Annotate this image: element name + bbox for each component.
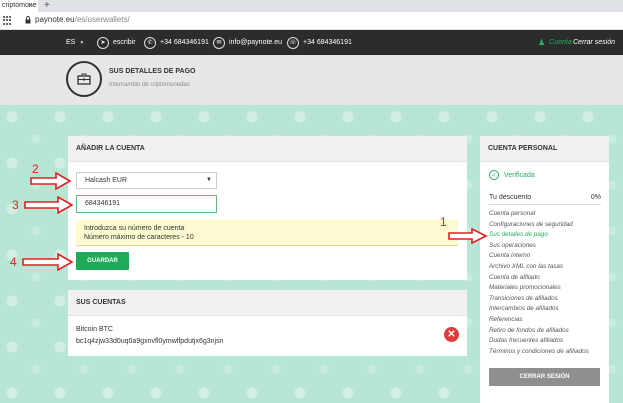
- sidebar-item-affiliate-terms[interactable]: Términos y condiciones de afiliados: [489, 347, 589, 358]
- sidebar-item-references[interactable]: Referencias: [489, 315, 589, 326]
- url-path: /es/userwallets/: [74, 15, 130, 24]
- sidebar-item-security-settings[interactable]: Configuraciones de seguridad: [489, 220, 589, 231]
- whatsapp-link[interactable]: ✆ +34 684346191: [144, 30, 209, 55]
- logout-label: Cerrar sesión: [573, 39, 616, 46]
- discount-progress-bar: [489, 204, 601, 205]
- user-icon: ♟: [538, 38, 546, 47]
- telegram-label: escribir: [113, 39, 136, 46]
- email-icon: ✉: [213, 36, 225, 49]
- discount-label: Tu descuento: [489, 194, 532, 201]
- sidebar-heading: CUENTA PERSONAL: [480, 136, 609, 162]
- account-currency-label: Bitcoin BTC: [76, 326, 113, 333]
- url-text[interactable]: paynote.eu/es/userwallets/: [35, 15, 130, 24]
- annotation-number-1: 1: [440, 215, 447, 229]
- site-top-bar: ES ▼ ➤ escribir ✆ +34 684346191 ✉ info@p…: [0, 30, 623, 55]
- account-label: Cuenta: [549, 39, 572, 46]
- chevron-down-icon: ▼: [79, 39, 85, 46]
- whatsapp-icon: ✆: [144, 36, 156, 49]
- annotation-number-4: 4: [10, 255, 17, 269]
- lock-icon: [25, 16, 31, 24]
- sidebar-item-xml-rates[interactable]: Archivo XML con las tasas: [489, 262, 589, 273]
- annotation-number-3: 3: [12, 198, 19, 212]
- account-address: bc1q4zjw33d0uq0a9gxnvfl0ymwlfpdutjx6g3nj…: [76, 338, 224, 345]
- sidebar-item-internal-account[interactable]: Cuenta interno: [489, 251, 589, 262]
- verified-label: Verificada: [504, 171, 535, 179]
- language-selector[interactable]: ES ▼: [66, 30, 84, 55]
- payment-method-select[interactable]: Halcash EUR ▼: [76, 172, 217, 189]
- account-hint: Introduzca su número de cuenta Número má…: [76, 220, 458, 246]
- check-icon: ✓: [489, 170, 499, 180]
- new-tab-button[interactable]: +: [44, 0, 50, 11]
- annotation-arrow-4: [22, 253, 74, 271]
- your-accounts-panel: SUS CUENTAS: [68, 290, 467, 356]
- discount-value: 0%: [590, 194, 601, 201]
- account-number-value: 684346191: [85, 200, 121, 207]
- sidebar-item-promo-materials[interactable]: Materiales promocionales: [489, 283, 589, 294]
- sidebar-item-operations[interactable]: Sus operaciones: [489, 241, 589, 252]
- logout-link[interactable]: Cerrar sesión: [573, 30, 615, 55]
- phone-link[interactable]: ☏ +34 684346191: [287, 30, 352, 55]
- sidebar-menu: Cuenta personal Configuraciones de segur…: [489, 209, 589, 357]
- email-text: info@paynote.eu: [229, 39, 283, 46]
- add-account-heading: AÑADIR LA CUENTA: [68, 136, 467, 162]
- phone-text: +34 684346191: [303, 39, 352, 46]
- url-host: paynote.eu: [35, 15, 75, 24]
- annotation-arrow-2: [30, 172, 72, 190]
- address-bar[interactable]: paynote.eu/es/userwallets/: [0, 12, 623, 30]
- browser-tab[interactable]: criptomone ×: [0, 0, 38, 12]
- email-link[interactable]: ✉ info@paynote.eu: [213, 30, 282, 55]
- browser-tab-bar: criptomone × +: [0, 0, 623, 12]
- page-subtitle: Intercambio de criptomonedas: [109, 82, 190, 88]
- save-button[interactable]: GUARDAR: [76, 252, 129, 270]
- sidebar-item-payment-details[interactable]: Sus detalles de pago: [489, 230, 589, 241]
- sidebar-item-affiliate-withdrawal[interactable]: Retiro de fondos de afiliados: [489, 326, 589, 337]
- sidebar-item-affiliate-exchanges[interactable]: Intercambios de afiliados: [489, 304, 589, 315]
- sidebar-item-personal-account[interactable]: Cuenta personal: [489, 209, 589, 220]
- tab-close-icon[interactable]: ×: [28, 0, 33, 12]
- chevron-down-icon: ▼: [206, 177, 212, 183]
- sidebar-item-affiliate-transitions[interactable]: Transiciones de afiliados: [489, 294, 589, 305]
- annotation-arrow-3: [24, 196, 74, 214]
- account-number-input[interactable]: 684346191: [76, 195, 217, 213]
- verified-status: ✓ Verificada: [489, 170, 535, 180]
- page-title: SUS DETALLES DE PAGO: [109, 68, 196, 75]
- logout-button[interactable]: CERRAR SESIÓN: [489, 368, 600, 386]
- sidebar-item-affiliate-account[interactable]: Cuenta de afiliado: [489, 273, 589, 284]
- telegram-link[interactable]: ➤ escribir: [97, 30, 136, 55]
- whatsapp-phone: +34 684346191: [160, 39, 209, 46]
- annotation-arrow-1: [448, 228, 488, 244]
- payment-method-value: Halcash EUR: [85, 177, 128, 184]
- language-label: ES: [66, 39, 76, 46]
- delete-account-icon[interactable]: ✕: [444, 327, 459, 342]
- phone-icon: ☏: [287, 36, 299, 49]
- wallet-icon: [66, 61, 102, 97]
- account-link[interactable]: ♟ Cuenta: [538, 30, 572, 55]
- apps-icon[interactable]: [3, 16, 12, 25]
- hint-line-2: Número máximo de caracteres - 10: [84, 234, 194, 241]
- hint-line-1: Introduzca su número de cuenta: [84, 225, 185, 232]
- sidebar-item-affiliate-faq[interactable]: Dudas frecuentes afiliados: [489, 336, 589, 347]
- telegram-icon: ➤: [97, 36, 109, 49]
- discount-row: Tu descuento 0%: [489, 194, 601, 201]
- your-accounts-heading: SUS CUENTAS: [68, 290, 467, 316]
